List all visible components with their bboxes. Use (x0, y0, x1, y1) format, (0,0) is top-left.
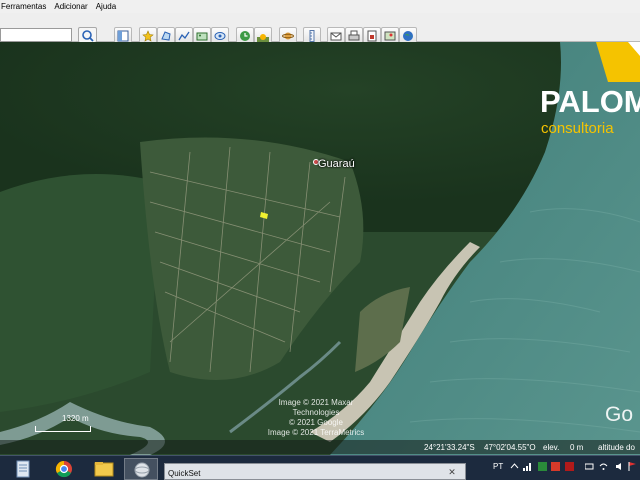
google-earth-icon (134, 462, 150, 478)
printer-icon (348, 30, 360, 41)
language-indicator[interactable]: PT (493, 462, 503, 471)
acrobat-icon[interactable] (565, 462, 574, 471)
security-icon[interactable] (538, 462, 547, 471)
elevation-value: 0 m (570, 443, 584, 452)
elevation-label: elev. (543, 443, 560, 452)
search-button[interactable] (78, 27, 97, 43)
search-input[interactable] (0, 28, 72, 42)
taskbar-app-chrome[interactable] (47, 458, 81, 480)
volume-icon[interactable] (615, 462, 624, 471)
tour-icon (214, 32, 226, 40)
chrome-icon (55, 460, 72, 478)
taskbar-preview-window[interactable]: QuickSet ✕ (164, 463, 466, 480)
eye-altitude-label: altitude do (598, 443, 635, 452)
save-image-icon (367, 30, 377, 42)
taskbar-app-google-earth[interactable] (124, 458, 158, 480)
clock-globe-icon (240, 31, 250, 41)
imagery-attribution: Image © 2021 Maxar Technologies © 2021 G… (256, 398, 376, 438)
google-logo: Go (605, 403, 634, 426)
attribution-line: © 2021 Google (289, 418, 343, 427)
image-overlay-icon (196, 32, 208, 41)
menu-bar: Ferramentas Adicionar Ajuda (0, 0, 640, 13)
antivirus-icon[interactable] (551, 462, 560, 471)
attribution-line: Image © 2021 Maxar Technologies (278, 398, 354, 417)
path-icon (178, 31, 190, 41)
brand-name: PALOM (540, 84, 640, 119)
longitude-readout: 47°02'04.55"O (484, 443, 536, 452)
preview-title: QuickSet (168, 469, 201, 478)
flag-icon[interactable] (628, 462, 637, 471)
sidebar-icon (117, 30, 129, 42)
map-status-bar: 24°21'33.24"S 47°02'04.55"O elev. 0 m al… (0, 440, 640, 454)
notepad-icon (16, 460, 30, 478)
pushpin-icon (142, 30, 154, 42)
envelope-icon (330, 32, 342, 41)
taskbar-app-notes[interactable] (6, 458, 40, 480)
network-icon[interactable] (523, 462, 532, 471)
folder-icon (94, 462, 114, 477)
sun-icon (257, 34, 269, 42)
planet-icon (282, 32, 294, 40)
ruler-icon (309, 30, 315, 42)
tray-expand-icon[interactable] (510, 462, 519, 471)
menu-ajuda[interactable]: Ajuda (96, 2, 116, 11)
globe-icon (403, 31, 413, 41)
scale-label: 1320 m (62, 414, 89, 423)
toolbar (0, 13, 640, 44)
preview-close-button[interactable]: ✕ (445, 466, 459, 478)
place-label[interactable]: Guaraú (318, 158, 355, 170)
attribution-line: Image © 2021 TerraMetrics (267, 428, 365, 437)
taskbar-app-explorer[interactable] (87, 458, 121, 480)
menu-adicionar[interactable]: Adicionar (54, 2, 87, 11)
scale-line (35, 426, 91, 432)
battery-icon[interactable] (585, 462, 594, 471)
wifi-icon[interactable] (599, 462, 608, 471)
brand-subtitle: consultoria (541, 120, 614, 137)
map-icon (384, 31, 396, 41)
latitude-readout: 24°21'33.24"S (424, 443, 475, 452)
menu-ferramentas[interactable]: Ferramentas (1, 2, 46, 11)
polygon-icon (161, 31, 171, 41)
